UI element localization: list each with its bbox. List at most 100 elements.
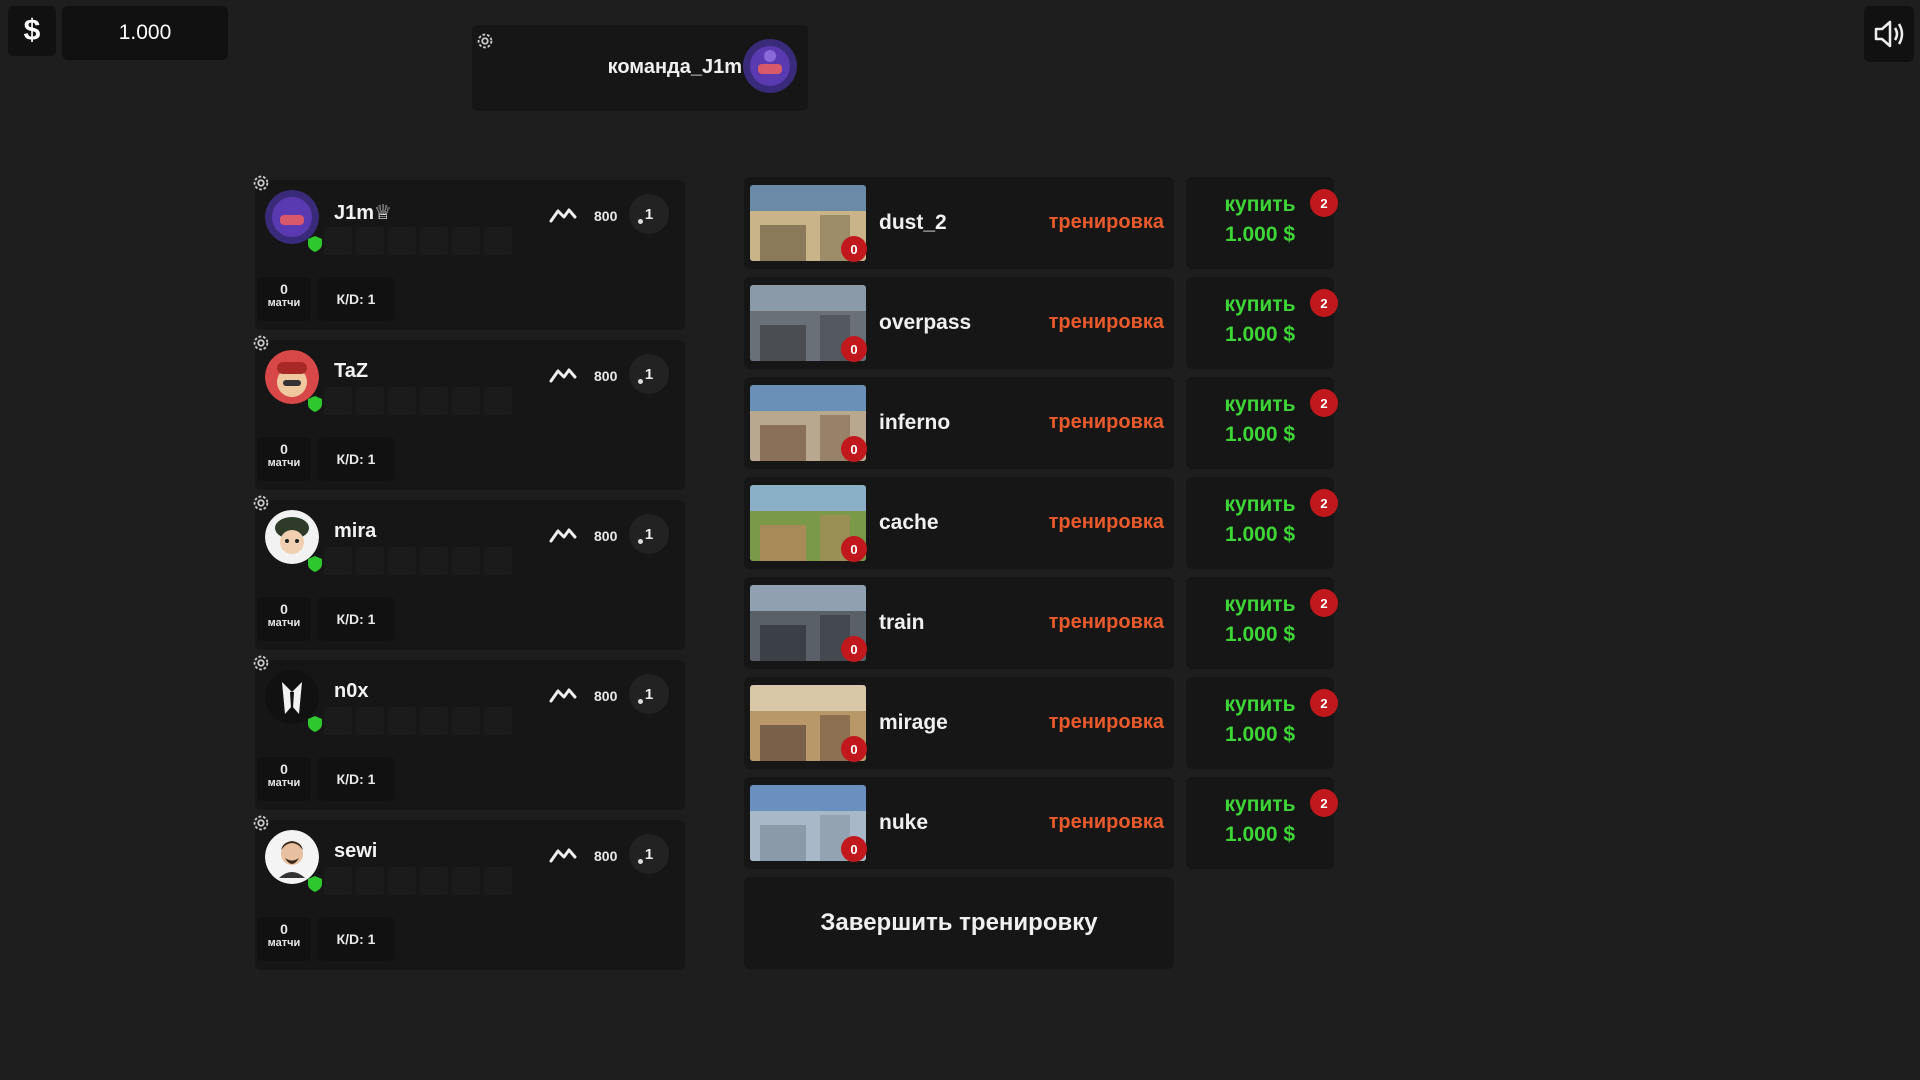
- buy-badge-count: 2: [1320, 195, 1328, 211]
- form-cell: [452, 227, 480, 255]
- form-cell: [420, 547, 448, 575]
- recent-form: [324, 547, 512, 575]
- trend-icon: [549, 368, 577, 383]
- verified-shield-icon: [308, 876, 322, 892]
- map-count: 0: [850, 541, 858, 557]
- map-count: 0: [850, 441, 858, 457]
- trend-icon: [549, 848, 577, 863]
- player-settings-gear-icon[interactable]: [250, 172, 272, 194]
- map-count-badge: 0: [841, 536, 867, 562]
- buy-badge-count: 2: [1320, 795, 1328, 811]
- buy-count-badge: 2: [1310, 189, 1338, 217]
- form-cell: [420, 707, 448, 735]
- player-settings-gear-icon[interactable]: [250, 652, 272, 674]
- matches-label: матчи: [267, 297, 301, 309]
- map-training-button[interactable]: тренировка: [1040, 711, 1164, 734]
- player-level-badge: 1: [629, 194, 669, 234]
- map-name: nuke: [879, 811, 929, 834]
- map-training-button[interactable]: тренировка: [1040, 311, 1164, 334]
- map-count-badge: 0: [841, 636, 867, 662]
- form-cell: [388, 867, 416, 895]
- form-cell: [356, 867, 384, 895]
- player-rating: 800: [594, 368, 618, 384]
- trend-icon: [549, 208, 577, 223]
- player-settings-gear-icon[interactable]: [250, 492, 272, 514]
- player-rating: 800: [594, 208, 618, 224]
- form-cell: [484, 867, 512, 895]
- form-cell: [484, 227, 512, 255]
- map-training-button[interactable]: тренировка: [1040, 811, 1164, 834]
- level-dot: [638, 539, 643, 544]
- map-count-badge: 0: [841, 436, 867, 462]
- buy-map-button[interactable]: купить 1.000 $: [1186, 777, 1334, 869]
- buy-map-button[interactable]: купить 1.000 $: [1186, 277, 1334, 369]
- team-settings-gear-icon[interactable]: [474, 30, 496, 52]
- kd-box: К/D: 1: [317, 277, 395, 321]
- level-dot: [638, 859, 643, 864]
- map-count: 0: [850, 641, 858, 657]
- buy-badge-count: 2: [1320, 595, 1328, 611]
- buy-badge-count: 2: [1320, 295, 1328, 311]
- map-training-button[interactable]: тренировка: [1040, 611, 1164, 634]
- buy-count-badge: 2: [1310, 389, 1338, 417]
- map-training-button[interactable]: тренировка: [1040, 411, 1164, 434]
- recent-form: [324, 867, 512, 895]
- form-cell: [356, 547, 384, 575]
- form-cell: [356, 227, 384, 255]
- buy-price: 1.000 $: [1224, 823, 1296, 846]
- kd-value: К/D: 1: [336, 771, 376, 787]
- kd-box: К/D: 1: [317, 757, 395, 801]
- buy-map-button[interactable]: купить 1.000 $: [1186, 377, 1334, 469]
- buy-count-badge: 2: [1310, 689, 1338, 717]
- buy-map-button[interactable]: купить 1.000 $: [1186, 477, 1334, 569]
- buy-map-button[interactable]: купить 1.000 $: [1186, 177, 1334, 269]
- matches-count: 0: [280, 761, 288, 777]
- form-cell: [388, 547, 416, 575]
- kd-box: К/D: 1: [317, 917, 395, 961]
- buy-price: 1.000 $: [1224, 223, 1296, 246]
- buy-count-badge: 2: [1310, 589, 1338, 617]
- matches-box: 0 матчи: [257, 757, 311, 801]
- buy-price: 1.000 $: [1224, 523, 1296, 546]
- player-level-badge: 1: [629, 834, 669, 874]
- matches-count: 0: [280, 921, 288, 937]
- finish-training-button[interactable]: Завершить тренировку: [744, 877, 1174, 969]
- verified-shield-icon: [308, 556, 322, 572]
- form-cell: [324, 387, 352, 415]
- map-training-button[interactable]: тренировка: [1040, 511, 1164, 534]
- map-name: train: [879, 611, 925, 634]
- player-rating: 800: [594, 688, 618, 704]
- matches-count: 0: [280, 281, 288, 297]
- matches-box: 0 матчи: [257, 917, 311, 961]
- form-cell: [388, 707, 416, 735]
- form-cell: [420, 227, 448, 255]
- map-training-button[interactable]: тренировка: [1040, 211, 1164, 234]
- buy-map-button[interactable]: купить 1.000 $: [1186, 677, 1334, 769]
- form-cell: [484, 707, 512, 735]
- player-name: mira: [334, 520, 377, 542]
- player-settings-gear-icon[interactable]: [250, 812, 272, 834]
- buy-count-badge: 2: [1310, 489, 1338, 517]
- map-count: 0: [850, 341, 858, 357]
- trend-icon: [549, 688, 577, 703]
- player-name: n0x: [334, 680, 369, 702]
- player-level: 1: [644, 685, 654, 703]
- team-name: команда_J1m: [607, 56, 742, 78]
- kd-value: К/D: 1: [336, 451, 376, 467]
- speaker-icon: [1874, 20, 1904, 48]
- sound-button[interactable]: [1864, 6, 1914, 62]
- player-level: 1: [644, 525, 654, 543]
- player-name: sewi: [334, 840, 378, 862]
- buy-badge-count: 2: [1320, 695, 1328, 711]
- matches-box: 0 матчи: [257, 597, 311, 641]
- currency-button[interactable]: $: [8, 6, 56, 56]
- form-cell: [324, 707, 352, 735]
- map-count: 0: [850, 841, 858, 857]
- map-name: inferno: [879, 411, 951, 434]
- map-name: mirage: [879, 711, 948, 734]
- form-cell: [452, 547, 480, 575]
- player-settings-gear-icon[interactable]: [250, 332, 272, 354]
- buy-map-button[interactable]: купить 1.000 $: [1186, 577, 1334, 669]
- player-name: TaZ: [334, 360, 369, 382]
- form-cell: [452, 387, 480, 415]
